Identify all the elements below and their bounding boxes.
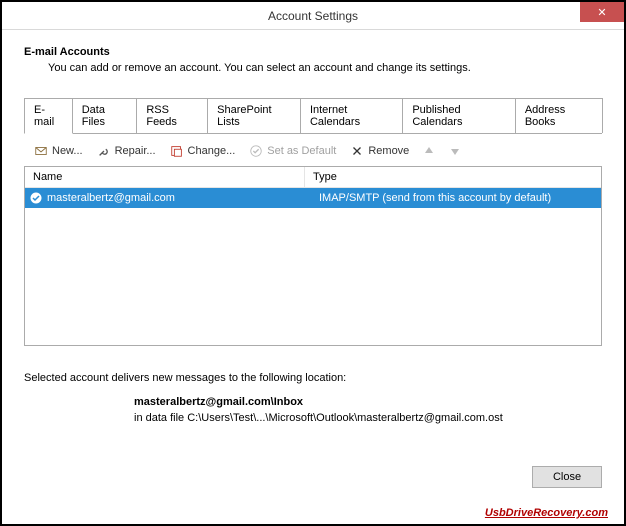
new-label: New... — [52, 145, 83, 157]
repair-button[interactable]: Repair... — [91, 142, 162, 160]
tab-email[interactable]: E-mail — [24, 98, 73, 134]
tab-address-books[interactable]: Address Books — [515, 98, 603, 133]
toolbar: New... Repair... Change... Set as Defaul… — [24, 134, 602, 166]
window-close-button[interactable]: ✕ — [580, 2, 624, 22]
account-name: masteralbertz@gmail.com — [47, 192, 319, 204]
close-button[interactable]: Close — [532, 466, 602, 488]
dialog-buttons: Close — [532, 466, 602, 488]
change-icon — [170, 144, 184, 158]
tab-sharepoint-lists[interactable]: SharePoint Lists — [207, 98, 301, 133]
move-up-button — [417, 143, 441, 159]
remove-icon — [350, 144, 364, 158]
new-button[interactable]: New... — [28, 142, 89, 160]
tab-published-calendars[interactable]: Published Calendars — [402, 98, 516, 133]
delivery-text: Selected account delivers new messages t… — [24, 372, 602, 384]
account-check-icon — [29, 191, 43, 205]
move-down-button — [443, 143, 467, 159]
page-heading: E-mail Accounts — [24, 46, 602, 58]
default-label: Set as Default — [267, 145, 336, 157]
column-type[interactable]: Type — [305, 167, 601, 187]
account-row[interactable]: masteralbertz@gmail.com IMAP/SMTP (send … — [25, 188, 601, 208]
repair-label: Repair... — [115, 145, 156, 157]
change-button[interactable]: Change... — [164, 142, 242, 160]
remove-label: Remove — [368, 145, 409, 157]
watermark: UsbDriveRecovery.com — [485, 499, 608, 522]
close-icon: ✕ — [597, 6, 606, 19]
column-name[interactable]: Name — [25, 167, 305, 187]
delivery-location: masteralbertz@gmail.com\Inbox — [134, 396, 602, 408]
set-default-button: Set as Default — [243, 142, 342, 160]
change-label: Change... — [188, 145, 236, 157]
content-area: E-mail Accounts You can add or remove an… — [2, 30, 624, 432]
page-subheading: You can add or remove an account. You ca… — [48, 62, 602, 74]
new-icon — [34, 144, 48, 158]
tab-rss-feeds[interactable]: RSS Feeds — [136, 98, 208, 133]
delivery-info: Selected account delivers new messages t… — [24, 372, 602, 424]
arrow-up-icon — [423, 145, 435, 157]
list-header: Name Type — [25, 167, 601, 188]
delivery-datafile: in data file C:\Users\Test\...\Microsoft… — [134, 412, 602, 424]
titlebar: Account Settings ✕ — [2, 2, 624, 30]
check-icon — [249, 144, 263, 158]
remove-button[interactable]: Remove — [344, 142, 415, 160]
tab-internet-calendars[interactable]: Internet Calendars — [300, 98, 403, 133]
tab-strip: E-mail Data Files RSS Feeds SharePoint L… — [24, 98, 602, 134]
window-title: Account Settings — [268, 9, 358, 23]
tab-data-files[interactable]: Data Files — [72, 98, 138, 133]
arrow-down-icon — [449, 145, 461, 157]
account-list: Name Type masteralbertz@gmail.com IMAP/S… — [24, 166, 602, 346]
account-type: IMAP/SMTP (send from this account by def… — [319, 192, 597, 204]
repair-icon — [97, 144, 111, 158]
